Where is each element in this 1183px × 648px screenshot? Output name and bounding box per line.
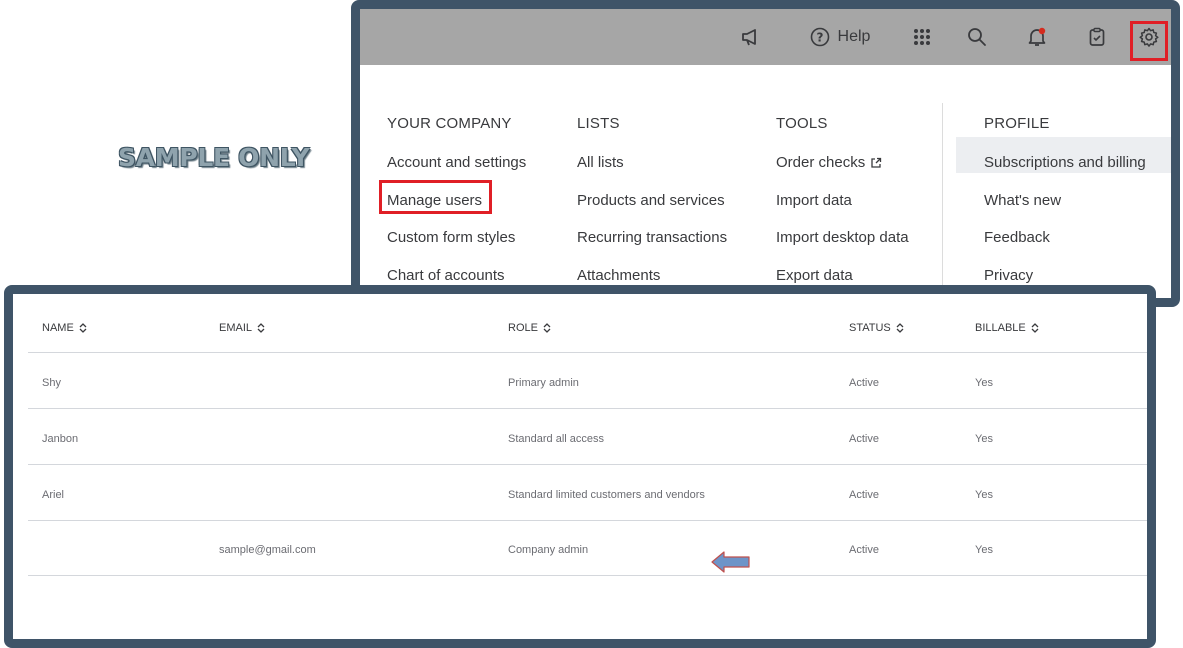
lists-heading: LISTS xyxy=(577,115,620,132)
cell-billable: Yes xyxy=(975,433,993,445)
menu-item-import-desktop-data[interactable]: Import desktop data xyxy=(776,229,909,246)
menu-item-export-data[interactable]: Export data xyxy=(776,267,853,284)
cell-role: Standard all access xyxy=(508,433,604,445)
notifications-icon[interactable] xyxy=(1025,9,1049,65)
row-divider xyxy=(28,575,1147,576)
header-divider xyxy=(28,352,1147,353)
menu-item-all-lists[interactable]: All lists xyxy=(577,154,624,171)
cell-status: Active xyxy=(849,489,879,501)
cell-billable: Yes xyxy=(975,544,993,556)
menu-item-products-services[interactable]: Products and services xyxy=(577,192,725,209)
cell-name: Shy xyxy=(42,377,61,389)
help-button[interactable]: ? Help xyxy=(800,9,880,65)
top-toolbar: ? Help xyxy=(360,9,1171,65)
cell-status: Active xyxy=(849,544,879,556)
menu-body: YOUR COMPANY Account and settings Manage… xyxy=(360,65,1171,298)
menu-item-privacy[interactable]: Privacy xyxy=(984,267,1033,284)
sort-icon xyxy=(257,323,265,333)
column-header-status[interactable]: STATUS xyxy=(849,322,904,334)
search-icon[interactable] xyxy=(965,9,989,65)
cell-role: Primary admin xyxy=(508,377,579,389)
your-company-heading: YOUR COMPANY xyxy=(387,115,512,132)
help-icon: ? xyxy=(810,27,829,47)
menu-item-feedback[interactable]: Feedback xyxy=(984,229,1050,246)
cell-role: Standard limited customers and vendors xyxy=(508,489,705,501)
help-label: Help xyxy=(837,28,871,45)
svg-text:?: ? xyxy=(816,31,823,45)
order-checks-label: Order checks xyxy=(776,154,866,171)
menu-item-subscriptions-billing[interactable]: Subscriptions and billing xyxy=(984,154,1146,171)
column-header-label: BILLABLE xyxy=(975,322,1026,334)
menu-item-account-settings[interactable]: Account and settings xyxy=(387,154,526,171)
menu-item-manage-users[interactable]: Manage users xyxy=(387,192,482,209)
menu-divider xyxy=(942,103,943,298)
settings-menu-panel: ? Help YOUR COMPANY Account and settings… xyxy=(351,0,1180,307)
cell-billable: Yes xyxy=(975,377,993,389)
row-divider xyxy=(28,520,1147,521)
column-header-billable[interactable]: BILLABLE xyxy=(975,322,1039,334)
tools-heading: TOOLS xyxy=(776,115,828,132)
sample-only-watermark: SAMPLE ONLY xyxy=(118,143,310,172)
menu-item-recurring-transactions[interactable]: Recurring transactions xyxy=(577,229,727,246)
menu-item-whats-new[interactable]: What's new xyxy=(984,192,1061,209)
row-divider xyxy=(28,408,1147,409)
tasks-clipboard-icon[interactable] xyxy=(1085,9,1109,65)
column-header-email[interactable]: EMAIL xyxy=(219,322,265,334)
left-arrow-icon xyxy=(711,551,750,573)
menu-item-import-data[interactable]: Import data xyxy=(776,192,852,209)
profile-heading: PROFILE xyxy=(984,115,1050,132)
cell-name: Janbon xyxy=(42,433,79,445)
sort-icon xyxy=(543,323,551,333)
menu-item-custom-form-styles[interactable]: Custom form styles xyxy=(387,229,515,246)
cell-email: sample@gmail.com xyxy=(219,544,316,556)
column-header-role[interactable]: ROLE xyxy=(508,322,551,334)
megaphone-icon[interactable] xyxy=(738,9,762,65)
column-header-label: STATUS xyxy=(849,322,891,334)
sort-icon xyxy=(79,323,87,333)
column-header-label: ROLE xyxy=(508,322,538,334)
column-header-name[interactable]: NAME xyxy=(42,322,87,334)
column-header-label: EMAIL xyxy=(219,322,253,334)
column-header-label: NAME xyxy=(42,322,74,334)
menu-item-order-checks[interactable]: Order checks xyxy=(776,154,882,171)
menu-item-chart-of-accounts[interactable]: Chart of accounts xyxy=(387,267,505,284)
cell-status: Active xyxy=(849,377,879,389)
menu-item-attachments[interactable]: Attachments xyxy=(577,267,660,284)
cell-billable: Yes xyxy=(975,489,993,501)
cell-name: Ariel xyxy=(42,489,65,501)
gear-highlight-box xyxy=(1130,21,1168,61)
cell-role: Company admin xyxy=(508,544,589,556)
external-link-icon xyxy=(871,157,882,168)
users-table-panel: NAME EMAIL ROLE STATUS BILLABLE Shy Prim… xyxy=(4,285,1156,648)
cell-status: Active xyxy=(849,433,879,445)
sort-icon xyxy=(896,323,904,333)
sort-icon xyxy=(1031,323,1039,333)
row-divider xyxy=(28,464,1147,465)
apps-grid-icon[interactable] xyxy=(910,9,934,65)
